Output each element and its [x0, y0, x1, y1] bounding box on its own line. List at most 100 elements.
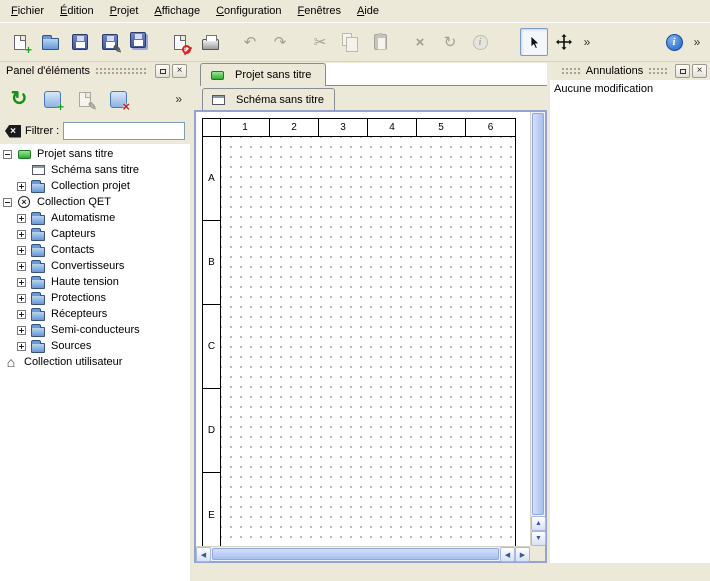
tree-item-schema-sans-titre[interactable]: Schéma sans titre: [0, 162, 190, 178]
expand-icon[interactable]: [17, 262, 26, 271]
tree-item-capteurs[interactable]: Capteurs: [0, 226, 190, 242]
filter-label: Filtrer :: [25, 125, 59, 137]
schema-tab-label: Schéma sans titre: [236, 94, 324, 106]
tree-item-label: Collection QET: [36, 196, 111, 208]
copy-button[interactable]: [336, 28, 364, 56]
paste-button[interactable]: [366, 28, 394, 56]
edit-element-button[interactable]: ✎: [70, 84, 100, 114]
menu-affichage[interactable]: Affichage: [147, 2, 207, 20]
new-element-button[interactable]: +: [37, 84, 67, 114]
save-all-button[interactable]: [126, 28, 154, 56]
tab-projet-sans-titre[interactable]: Projet sans titre: [200, 63, 326, 86]
scroll-down-button[interactable]: ▼: [531, 531, 546, 546]
save-icon: [69, 31, 91, 53]
save-as-icon: ✎: [99, 31, 121, 53]
tree-item-semi-conducteurs[interactable]: Semi-conducteurs: [0, 322, 190, 338]
delete-element-button[interactable]: ×: [103, 84, 133, 114]
clear-filter-icon[interactable]: ×: [5, 125, 21, 138]
expand-icon[interactable]: [17, 342, 26, 351]
tree-item-convertisseurs[interactable]: Convertisseurs: [0, 258, 190, 274]
scroll-left-button[interactable]: ◀: [196, 547, 211, 562]
row-header: A: [203, 137, 220, 221]
toolbar-overflow[interactable]: »: [580, 35, 594, 49]
scroll-left-button-2[interactable]: ◀: [500, 547, 515, 562]
tree-item-collection-utilisateur[interactable]: ⌂Collection utilisateur: [0, 354, 190, 370]
scroll-up-button[interactable]: ▲: [531, 516, 546, 531]
dock-drag-handle[interactable]: [95, 67, 148, 76]
about-icon: i: [663, 31, 685, 53]
conductor-info-icon: i: [469, 31, 491, 53]
collapse-icon[interactable]: [3, 150, 12, 159]
reload-button[interactable]: ↻: [4, 84, 34, 114]
conductor-info-button[interactable]: i: [466, 28, 494, 56]
tree-item-haute-tension[interactable]: Haute tension: [0, 274, 190, 290]
rotate-button[interactable]: ↻: [436, 28, 464, 56]
expand-icon[interactable]: [17, 214, 26, 223]
panel-toolbar-overflow[interactable]: »: [175, 92, 182, 106]
tree-item-contacts[interactable]: Contacts: [0, 242, 190, 258]
close-panel-button[interactable]: ×: [172, 64, 187, 78]
hscroll-track[interactable]: [211, 547, 500, 561]
expand-icon[interactable]: [17, 326, 26, 335]
expand-icon[interactable]: [17, 230, 26, 239]
open-document-button[interactable]: [36, 28, 64, 56]
vertical-scrollbar[interactable]: ▲ ▼: [530, 112, 545, 546]
new-document-icon: +: [9, 31, 31, 53]
qelectrotech-window: FichierÉditionProjetAffichageConfigurati…: [0, 0, 710, 581]
expand-icon[interactable]: [17, 310, 26, 319]
save-button[interactable]: [66, 28, 94, 56]
expand-icon[interactable]: [17, 278, 26, 287]
grid-area[interactable]: [221, 137, 515, 546]
expand-icon[interactable]: [17, 294, 26, 303]
expand-icon[interactable]: [17, 182, 26, 191]
diagram-frame: 123456 ABCDE: [202, 118, 516, 546]
column-header: 6: [466, 119, 515, 136]
filter-input[interactable]: [63, 122, 185, 140]
tree-item-sources[interactable]: Sources: [0, 338, 190, 354]
undo-list[interactable]: Aucune modification: [550, 80, 710, 563]
dock-drag-handle[interactable]: [561, 67, 581, 76]
close-undo-panel-button[interactable]: ×: [692, 64, 707, 78]
toolbar-overflow[interactable]: »: [690, 35, 704, 49]
collapse-icon[interactable]: [3, 198, 12, 207]
edit-element-icon: ✎: [74, 88, 96, 110]
tree-item-recepteurs[interactable]: Récepteurs: [0, 306, 190, 322]
tree-item-protections[interactable]: Protections: [0, 290, 190, 306]
about-button[interactable]: i: [660, 28, 688, 56]
print-button[interactable]: [196, 28, 224, 56]
tree-item-automatisme[interactable]: Automatisme: [0, 210, 190, 226]
row-header: B: [203, 221, 220, 305]
scroll-right-button[interactable]: ▶: [515, 547, 530, 562]
dock-drag-handle[interactable]: [648, 67, 668, 76]
save-as-button[interactable]: ✎: [96, 28, 124, 56]
menu-edition[interactable]: Édition: [53, 2, 101, 20]
select-tool-button[interactable]: [520, 28, 548, 56]
close-document-button[interactable]: [166, 28, 194, 56]
menu-aide[interactable]: Aide: [350, 2, 386, 20]
menu-projet[interactable]: Projet: [103, 2, 146, 20]
diagram-canvas[interactable]: 123456 ABCDE: [196, 112, 530, 546]
delete-button[interactable]: ×: [406, 28, 434, 56]
tree-item-collection-projet[interactable]: Collection projet: [0, 178, 190, 194]
menu-configuration[interactable]: Configuration: [209, 2, 288, 20]
tree-item-collection-qet[interactable]: ×Collection QET: [0, 194, 190, 210]
move-tool-button[interactable]: [550, 28, 578, 56]
float-undo-panel-button[interactable]: [675, 64, 690, 78]
cut-button[interactable]: ✂: [306, 28, 334, 56]
hscroll-thumb[interactable]: [212, 548, 499, 560]
vscroll-thumb[interactable]: [532, 113, 544, 515]
expand-icon[interactable]: [17, 246, 26, 255]
schema-view[interactable]: 123456 ABCDE ▲ ▼ ◀: [194, 110, 547, 563]
vscroll-track[interactable]: [531, 112, 545, 516]
menu-fichier[interactable]: Fichier: [4, 2, 51, 20]
new-document-button[interactable]: +: [6, 28, 34, 56]
reload-icon: ↻: [8, 88, 30, 110]
menu-fenetres[interactable]: Fenêtres: [291, 2, 348, 20]
float-panel-button[interactable]: [155, 64, 170, 78]
tab-schema-sans-titre[interactable]: Schéma sans titre: [202, 88, 335, 110]
horizontal-scrollbar[interactable]: ◀ ◀ ▶: [196, 546, 530, 561]
redo-button[interactable]: ↷: [266, 28, 294, 56]
tree-item-projet-sans-titre[interactable]: Projet sans titre: [0, 146, 190, 162]
undo-button[interactable]: ↶: [236, 28, 264, 56]
column-header: 5: [417, 119, 466, 136]
